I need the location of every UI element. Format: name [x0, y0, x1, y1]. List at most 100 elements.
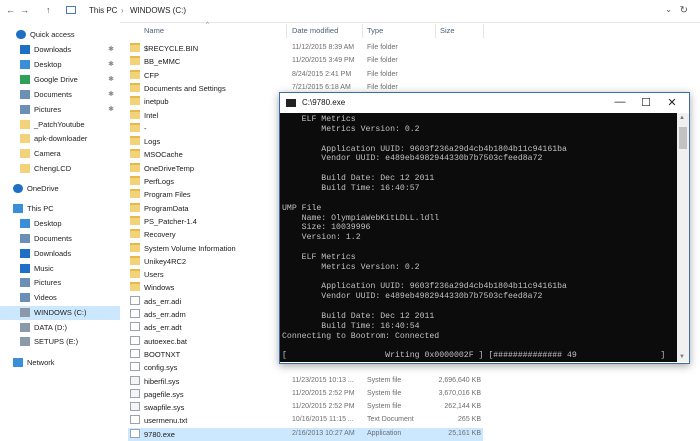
file-row[interactable]: usermenu.txt 10/16/2015 11:15 ... Text Doc…: [128, 414, 483, 427]
file-name: Logs: [144, 137, 161, 147]
file-name: ProgramData: [144, 203, 189, 213]
scroll-up-icon[interactable]: ▲: [679, 115, 685, 121]
console-title: C:\9780.exe: [302, 98, 346, 107]
sidebar-item-downloads[interactable]: Downloads: [0, 247, 120, 261]
column-divider[interactable]: [483, 24, 484, 38]
pin-icon: ✱: [108, 76, 114, 83]
column-header-size[interactable]: Size: [440, 26, 455, 35]
file-icon: [130, 295, 140, 305]
up-button[interactable]: ↑: [46, 5, 51, 15]
sidebar-item-data-d[interactable]: DATA (D:): [0, 321, 120, 335]
sidebar-item-documents[interactable]: Documents ✱: [0, 88, 120, 102]
pictures-icon: [20, 278, 30, 287]
pc-icon: [66, 6, 76, 14]
close-button[interactable]: ✕: [663, 96, 681, 109]
file-row[interactable]: pagefile.sys 11/20/2015 2:52 PM System fil…: [128, 388, 483, 401]
sidebar-item-setups-e[interactable]: SETUPS (E:): [0, 335, 120, 349]
column-divider[interactable]: [435, 24, 436, 38]
folder-icon: [20, 134, 30, 143]
console-line: Vendor UUID: e489eb4982944330b7b7503cfee…: [282, 154, 543, 164]
file-icon: [130, 335, 140, 345]
sidebar-item-pictures[interactable]: Pictures ✱: [0, 103, 120, 117]
console-line: Size: 10039996: [282, 223, 371, 233]
column-header-date[interactable]: Date modified: [292, 26, 338, 35]
sidebar-item-quick-access[interactable]: Quick access: [0, 28, 120, 42]
file-date: 10/16/2015 11:15 ...: [292, 416, 354, 424]
sidebar-item-onedrive[interactable]: OneDrive: [0, 182, 120, 196]
console-output[interactable]: ELF Metrics Metrics Version: 0.2 Applica…: [280, 113, 677, 362]
file-name: swapfile.sys: [144, 403, 185, 413]
file-row[interactable]: CFP 8/24/2015 2:41 PM File folder: [128, 69, 483, 82]
folder-icon: [130, 242, 140, 252]
sidebar-item-desktop[interactable]: Desktop: [0, 217, 120, 231]
file-name: ads_err.adi: [144, 296, 182, 306]
sidebar-item-windows-c[interactable]: WINDOWS (C:): [0, 306, 120, 320]
sidebar-item-label: SETUPS (E:): [34, 337, 79, 346]
videos-icon: [20, 293, 30, 302]
refresh-icon[interactable]: ↻: [680, 5, 688, 16]
file-icon: [130, 388, 140, 398]
onedrive-icon: [13, 184, 23, 193]
sidebar-item-this-pc[interactable]: This PC: [0, 202, 120, 216]
folder-icon: [130, 255, 140, 265]
file-name: Unikey4RC2: [144, 256, 187, 266]
file-type: Text Document: [367, 416, 414, 424]
sidebar-item-google-drive[interactable]: Google Drive ✱: [0, 73, 120, 87]
file-name: PerfLogs: [144, 177, 175, 186]
sidebar-item-network[interactable]: Network: [0, 356, 120, 370]
file-row[interactable]: 9780.exe 2/16/2013 10:27 AM Application 25,…: [128, 427, 483, 441]
sidebar-item-patchyoutube[interactable]: _PatchYoutube: [0, 118, 120, 132]
folder-icon: [130, 96, 140, 106]
minimize-button[interactable]: —: [611, 96, 629, 108]
sidebar-item-label: Camera: [34, 149, 61, 158]
chevron-down-icon[interactable]: ⌄: [665, 5, 672, 14]
sidebar-item-label: Downloads: [34, 45, 72, 54]
file-name: inetpub: [144, 97, 169, 107]
file-type: File folder: [367, 70, 398, 78]
sidebar-item-desktop[interactable]: Desktop ✱: [0, 58, 120, 72]
breadcrumb-this-pc[interactable]: This PC: [89, 6, 117, 15]
column-header-type[interactable]: Type: [367, 26, 383, 35]
file-row[interactable]: BB_eMMC 11/20/2015 3:49 PM File folder: [128, 55, 483, 68]
file-date: 8/24/2015 2:41 PM: [292, 70, 352, 78]
back-button[interactable]: ←: [6, 5, 15, 15]
file-name: Intel: [144, 110, 159, 120]
forward-button[interactable]: →: [20, 5, 29, 15]
folder-icon: [130, 176, 140, 185]
sidebar-item-documents[interactable]: Documents: [0, 232, 120, 246]
folder-icon: [130, 282, 140, 292]
sidebar-item-music[interactable]: Music: [0, 262, 120, 276]
file-date: 7/21/2015 6:18 AM: [292, 83, 351, 91]
file-name: usermenu.txt: [144, 416, 188, 426]
sidebar-item-videos[interactable]: Videos: [0, 291, 120, 305]
scrollbar-thumb[interactable]: [679, 127, 687, 149]
folder-icon: [20, 149, 30, 158]
console-window[interactable]: C:\9780.exe — ☐ ✕ ELF Metrics Metrics Ve…: [279, 92, 690, 364]
file-icon: [130, 415, 140, 425]
breadcrumb-drive[interactable]: WINDOWS (C:): [130, 6, 186, 15]
sidebar-item-pictures[interactable]: Pictures: [0, 276, 120, 290]
file-type: File folder: [367, 57, 398, 65]
file-icon: [130, 375, 140, 385]
sidebar-item-downloads[interactable]: Downloads ✱: [0, 43, 120, 57]
sidebar-item-camera[interactable]: Camera: [0, 147, 120, 161]
console-scrollbar[interactable]: ▲ ▼: [677, 113, 689, 362]
sidebar-item-label: Desktop: [34, 60, 62, 69]
file-row[interactable]: $RECYCLE.BIN 11/12/2015 8:39 AM File folde…: [128, 42, 483, 55]
sidebar-item-chenglcd[interactable]: ChengLCD: [0, 162, 120, 176]
folder-icon: [130, 149, 140, 159]
scroll-down-icon[interactable]: ▼: [679, 354, 685, 360]
console-line: ELF Metrics: [282, 252, 356, 262]
sidebar-item-apk-downloader[interactable]: apk-downloader: [0, 132, 120, 146]
maximize-button[interactable]: ☐: [637, 96, 655, 109]
file-name: hiberfil.sys: [144, 376, 180, 386]
file-row[interactable]: hiberfil.sys 11/23/2015 10:13 ... System f…: [128, 375, 483, 388]
file-row[interactable]: swapfile.sys 11/20/2015 2:52 PM System fil…: [128, 401, 483, 414]
sidebar-item-label: Quick access: [30, 30, 75, 39]
column-header-name[interactable]: Name: [144, 26, 164, 35]
pictures-icon: [20, 105, 30, 114]
column-divider[interactable]: [362, 24, 363, 38]
folder-icon: [130, 136, 140, 146]
column-divider[interactable]: [286, 24, 287, 38]
console-title-bar[interactable]: C:\9780.exe — ☐ ✕: [280, 93, 689, 113]
